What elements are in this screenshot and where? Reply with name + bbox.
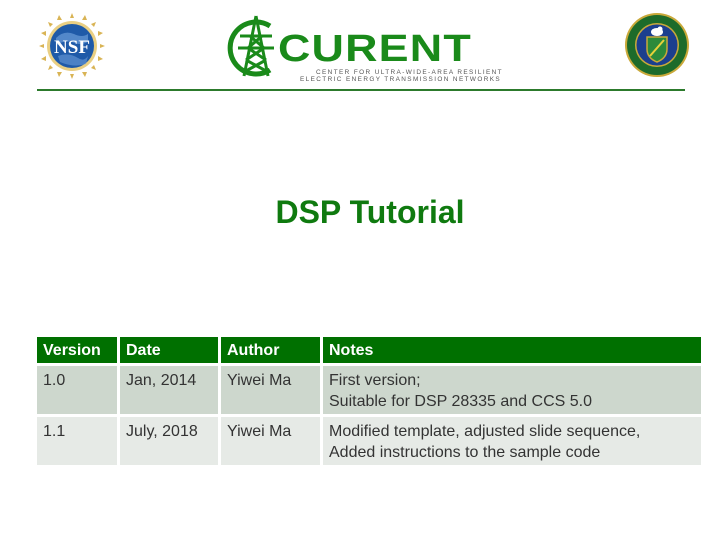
table-row: 1.0 Jan, 2014 Yiwei Ma First version; Su…: [37, 366, 701, 414]
cell-version: 1.0: [37, 366, 117, 414]
nsf-seal-icon: NSF: [39, 13, 105, 79]
cell-notes: First version; Suitable for DSP 28335 an…: [323, 366, 701, 414]
notes-line: Suitable for DSP 28335 and CCS 5.0: [329, 393, 592, 410]
header-author: Author: [221, 337, 320, 363]
cell-version: 1.1: [37, 417, 117, 465]
curent-subtitle-line1: CENTER FOR ULTRA-WIDE-AREA RESILIENT: [316, 69, 503, 76]
cell-author: Yiwei Ma: [221, 366, 320, 414]
curent-logo: CURENT CENTER FOR ULTRA-WIDE-AREA RESILI…: [226, 12, 502, 83]
notes-line: First version;: [329, 372, 421, 389]
table-row: 1.1 July, 2018 Yiwei Ma Modified templat…: [37, 417, 701, 465]
slide-title: DSP Tutorial: [275, 194, 465, 230]
cell-notes: Modified template, adjusted slide sequen…: [323, 417, 701, 465]
doe-seal: [624, 12, 690, 78]
cell-author: Yiwei Ma: [221, 417, 320, 465]
cell-date: Jan, 2014: [120, 366, 218, 414]
cell-date: July, 2018: [120, 417, 218, 465]
doe-seal-icon: [625, 13, 689, 77]
nsf-logo: NSF: [38, 12, 106, 80]
svg-text:NSF: NSF: [54, 37, 90, 58]
transmission-tower-icon: [227, 15, 274, 77]
header-version: Version: [37, 337, 117, 363]
curent-wordmark: CURENT: [278, 28, 472, 70]
revision-history-table: Version Date Author Notes 1.0 Jan, 2014 …: [37, 337, 701, 465]
curent-subtitle-line2: ELECTRIC ENERGY TRANSMISSION NETWORKS: [300, 76, 502, 83]
notes-line: Added instructions to the sample code: [329, 444, 601, 461]
header-date: Date: [120, 337, 218, 363]
header-notes: Notes: [323, 337, 701, 363]
header-divider: [37, 89, 685, 91]
table-header-row: Version Date Author Notes: [37, 337, 701, 363]
notes-line: Modified template, adjusted slide sequen…: [329, 423, 641, 440]
